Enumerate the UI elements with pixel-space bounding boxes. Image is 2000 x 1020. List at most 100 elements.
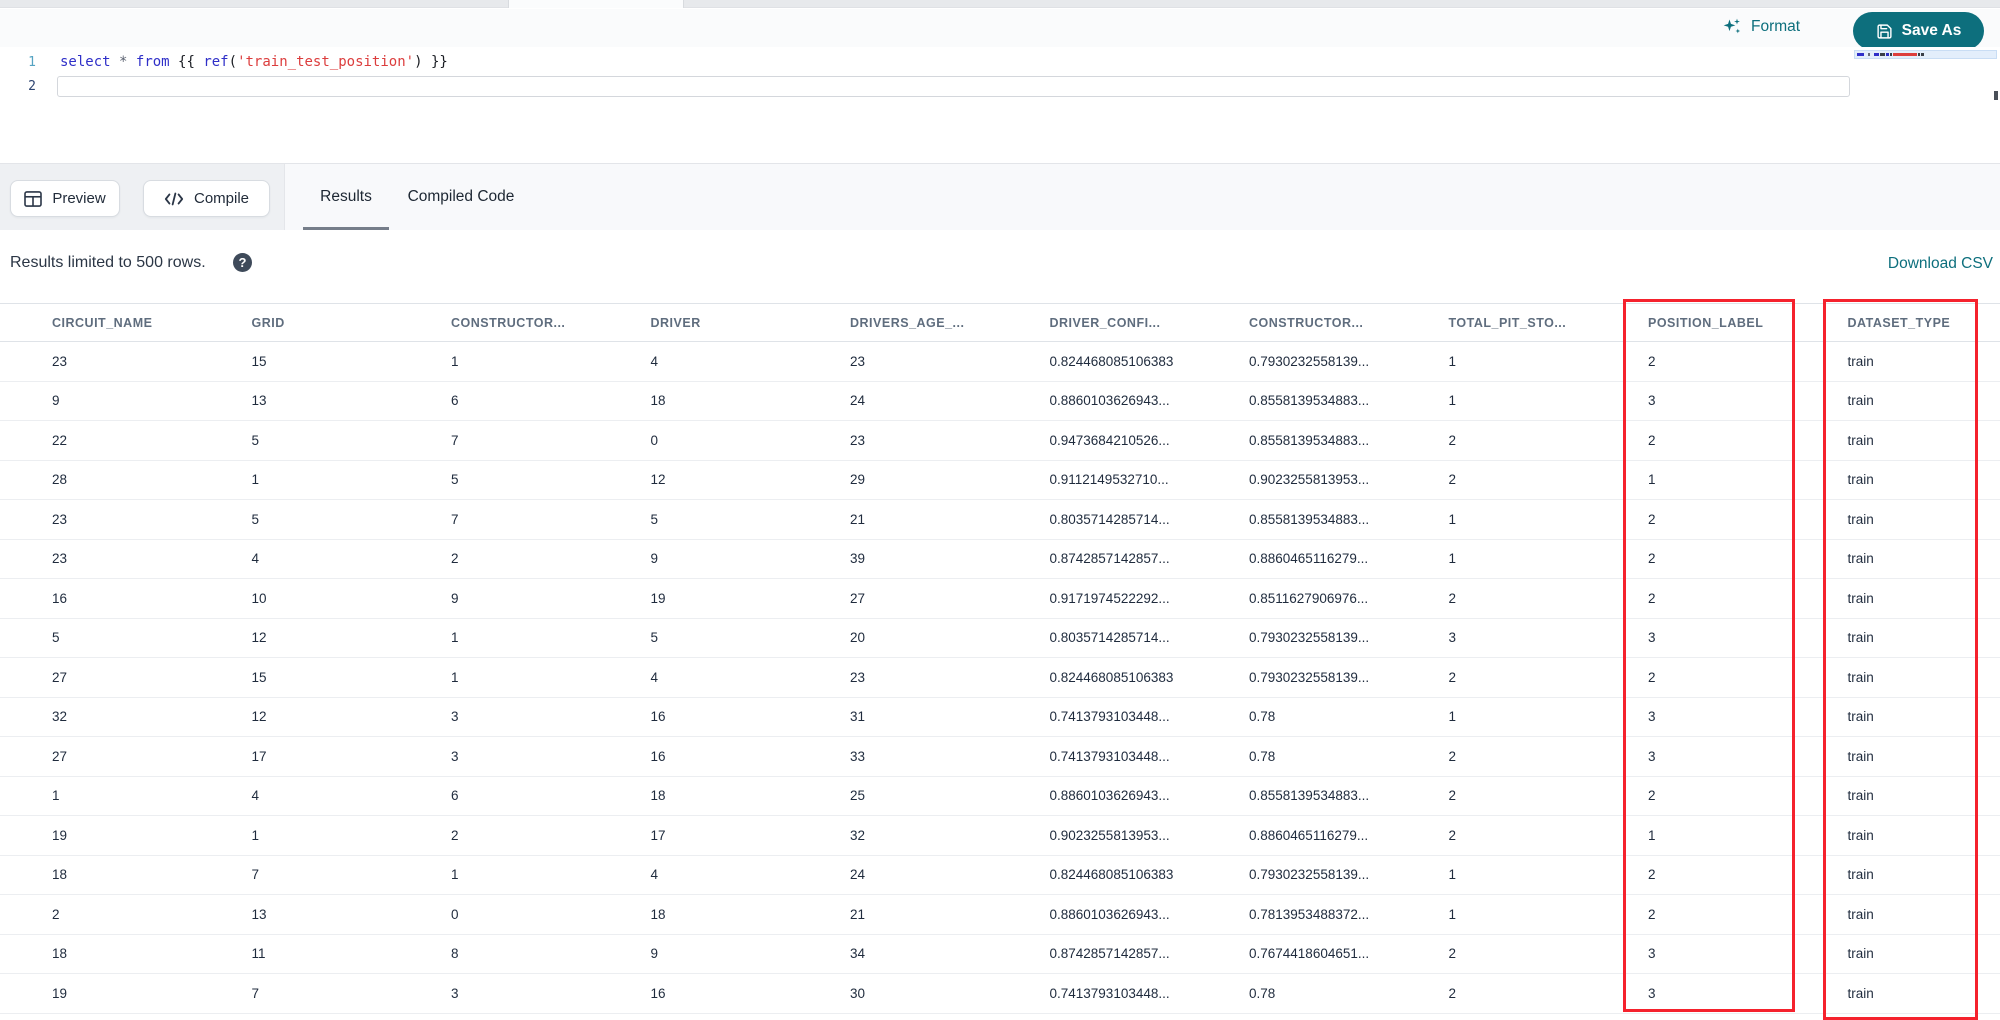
sql-editor[interactable]: 1 2 select * from {{ ref('train_test_pos… (0, 47, 2000, 163)
table-cell: 0.8860465116279... (1249, 827, 1369, 843)
table-cell: 1 (251, 827, 260, 843)
table-cell: 0.8558139534883... (1249, 511, 1370, 527)
table-cell: 0.9112149532710... (1049, 472, 1169, 488)
table-cell: 0 (650, 432, 659, 448)
annotation-box-position-label (1623, 299, 1795, 1012)
table-cell: 28 (52, 472, 68, 488)
table-cell: 16 (52, 590, 68, 606)
table-cell: 0.7413793103448... (1049, 748, 1170, 764)
table-cell: 1 (451, 669, 459, 685)
download-csv-link[interactable]: Download CSV (1888, 255, 1993, 273)
table-cell: 27 (850, 590, 866, 606)
preview-button[interactable]: Preview (10, 180, 120, 217)
table-cell: 18 (650, 906, 666, 922)
table-cell: 0.8558139534883... (1249, 788, 1370, 804)
tab-results[interactable]: Results (303, 164, 389, 230)
annotation-box-dataset-type (1823, 299, 1978, 1020)
table-cell: 13 (251, 393, 267, 409)
table-cell: 12 (251, 709, 267, 725)
editor-minimap[interactable] (1853, 47, 2000, 163)
table-cell: 0.8860103626943... (1049, 906, 1170, 922)
table-cell: 1 (1448, 551, 1457, 567)
table-cell: 22 (52, 432, 68, 448)
save-as-label: Save As (1901, 22, 1962, 39)
table-cell: 4 (251, 551, 260, 567)
table-cell: 0.7674418604651... (1249, 946, 1370, 962)
table-cell: 4 (650, 867, 659, 883)
column-header: CIRCUIT_NAME (52, 315, 153, 330)
table-cell: 12 (251, 630, 267, 646)
table-cell: 5 (52, 630, 60, 646)
table-cell: 33 (850, 748, 866, 764)
table-cell: 9 (650, 946, 659, 962)
table-cell: 1 (1448, 393, 1457, 409)
table-cell: 16 (650, 709, 666, 725)
table-cell: 2 (1448, 985, 1457, 1001)
table-cell: 2 (451, 551, 459, 567)
compile-label: Compile (193, 190, 250, 207)
table-icon (24, 190, 43, 207)
minimap-code-line (1857, 53, 1925, 56)
table-cell: 0.8558139534883... (1249, 393, 1370, 409)
table-cell: 1 (451, 353, 459, 369)
table-cell: 2 (52, 906, 60, 922)
table-cell: 32 (850, 827, 866, 843)
tab-results-label: Results (320, 188, 372, 205)
table-cell: 0.8860103626943... (1049, 788, 1170, 804)
results-info-bar: Results limited to 500 rows. ? Download … (0, 230, 2000, 303)
sparkles-icon (1722, 17, 1742, 37)
table-cell: 18 (650, 393, 666, 409)
table-cell: 12 (650, 472, 666, 488)
help-icon[interactable]: ? (233, 253, 252, 272)
table-cell: 6 (451, 788, 459, 804)
table-cell: 2 (451, 827, 459, 843)
table-cell: 0.8035714285714... (1049, 511, 1170, 527)
dbt-ide-screen: Format Save As 1 2 select * from {{ ref(… (0, 0, 2000, 1020)
table-cell: 5 (251, 511, 260, 527)
table-cell: 21 (850, 906, 866, 922)
table-cell: 2 (1448, 788, 1457, 804)
table-cell: 0.7930232558139... (1249, 353, 1370, 369)
compile-button[interactable]: Compile (143, 180, 270, 217)
table-cell: 3 (451, 709, 459, 725)
code-token-function: ref (203, 54, 229, 70)
table-cell: 0.7930232558139... (1249, 669, 1370, 685)
table-cell: 0.8860103626943... (1049, 393, 1170, 409)
table-cell: 3 (451, 985, 459, 1001)
active-file-tab[interactable] (508, 0, 684, 8)
table-cell: 1 (1448, 353, 1457, 369)
table-cell: 25 (850, 788, 866, 804)
column-header: DRIVER (650, 315, 701, 330)
column-header: CONSTRUCTOR... (451, 315, 566, 330)
save-icon (1876, 23, 1893, 40)
save-as-button[interactable]: Save As (1853, 12, 1984, 50)
table-cell: 1 (1448, 867, 1457, 883)
table-cell: 0.7930232558139... (1249, 867, 1370, 883)
table-cell: 2 (1448, 472, 1457, 488)
active-line-indicator[interactable] (57, 76, 1850, 97)
table-cell: 19 (650, 590, 666, 606)
table-cell: 5 (650, 630, 659, 646)
table-cell: 19 (52, 827, 68, 843)
table-cell: 1 (451, 630, 459, 646)
column-header: DRIVERS_AGE_... (850, 315, 965, 330)
table-cell: 39 (850, 551, 866, 567)
table-cell: 4 (251, 788, 260, 804)
table-cell: 0.9023255813953... (1249, 472, 1370, 488)
tab-compiled-code[interactable]: Compiled Code (402, 164, 520, 230)
code-line-1[interactable]: select * from {{ ref('train_test_positio… (60, 54, 448, 70)
column-header: TOTAL_PIT_STO... (1448, 315, 1567, 330)
table-cell: 3 (451, 748, 459, 764)
table-cell: 24 (850, 867, 866, 883)
table-cell: 0.8558139534883... (1249, 432, 1370, 448)
format-button[interactable]: Format (1722, 17, 1800, 37)
code-token-plain: ( (228, 54, 238, 70)
table-cell: 9 (451, 590, 459, 606)
table-cell: 30 (850, 985, 866, 1001)
table-cell: 2 (1448, 827, 1457, 843)
table-cell: 1 (1448, 511, 1457, 527)
format-label: Format (1751, 18, 1801, 35)
table-cell: 5 (251, 432, 260, 448)
table-cell: 8 (451, 946, 459, 962)
